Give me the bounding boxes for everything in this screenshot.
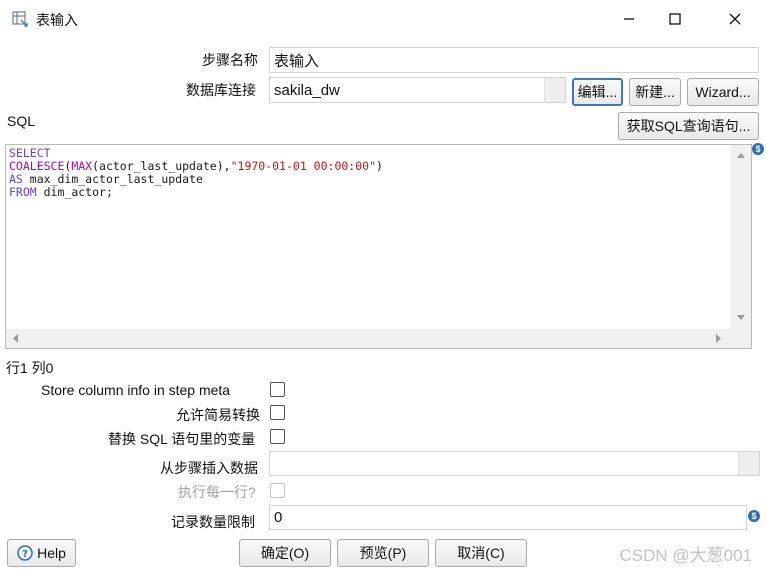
execute-each-row-checkbox[interactable] [270, 483, 285, 498]
db-connection-label: 数据库连接 [186, 82, 256, 98]
cancel-button[interactable]: 取消(C) [435, 539, 527, 567]
ok-button[interactable]: 确定(O) [239, 539, 331, 567]
lazy-conversion-label: 允许简易转换 [176, 407, 260, 423]
new-connection-button[interactable]: 新建... [629, 78, 681, 106]
sql-token: max_dim_actor_last_update [22, 172, 203, 186]
execute-each-row-label: 执行每一行? [178, 484, 256, 500]
db-connection-dropdown-button[interactable] [544, 78, 565, 102]
sql-token: FROM [9, 185, 37, 199]
minimize-button[interactable] [606, 4, 652, 34]
insert-from-step-label: 从步骤插入数据 [160, 460, 258, 476]
sql-horizontal-scrollbar[interactable] [6, 329, 751, 348]
sql-token: dim_actor; [36, 185, 113, 199]
get-sql-button[interactable]: 获取SQL查询语句... [618, 112, 759, 140]
store-column-info-checkbox[interactable] [270, 382, 285, 397]
sql-label: SQL [7, 113, 36, 129]
insert-from-step-select[interactable] [269, 451, 760, 476]
sql-code[interactable]: SELECT COALESCE(MAX(actor_last_update),"… [9, 147, 383, 199]
lazy-conversion-checkbox[interactable] [270, 405, 285, 420]
scroll-arrows-icon [737, 153, 745, 320]
edit-connection-button[interactable]: 编辑... [572, 78, 623, 106]
step-name-input[interactable]: 表输入 [269, 47, 759, 73]
sql-token: AS [9, 172, 23, 186]
limit-input[interactable]: 0 [269, 505, 747, 530]
replace-variables-checkbox[interactable] [270, 429, 285, 444]
variable-dollar-icon: $ [752, 143, 764, 155]
store-column-info-label: Store column info in step meta [41, 382, 231, 398]
scroll-arrows-icon [13, 334, 721, 343]
variable-dollar-icon: $ [748, 510, 760, 522]
db-connection-select[interactable]: sakila_dw [269, 77, 566, 103]
wizard-button[interactable]: Wizard... [687, 78, 759, 106]
help-button-label: Help [37, 545, 66, 561]
step-name-label: 步骤名称 [202, 52, 258, 68]
sql-token: "1970-01-01 00:00:00" [230, 159, 376, 173]
sql-vertical-scrollbar[interactable] [731, 145, 751, 329]
limit-label: 记录数量限制 [171, 514, 255, 530]
close-button[interactable] [712, 4, 758, 34]
sql-token: ) [376, 159, 383, 173]
help-icon: ? [17, 545, 33, 561]
sql-token: COALESCE [9, 159, 65, 173]
title-bar: 表输入 [0, 0, 766, 38]
sql-token: MAX [71, 159, 93, 173]
maximize-icon [669, 13, 681, 25]
watermark: CSDN @大葱001 [619, 546, 752, 565]
help-button[interactable]: ? Help [7, 539, 76, 567]
sql-token: SELECT [9, 146, 51, 160]
maximize-button[interactable] [652, 4, 698, 34]
svg-text:?: ? [22, 549, 28, 560]
cursor-position-status: 行1 列0 [6, 360, 54, 376]
preview-button[interactable]: 预览(P) [337, 539, 429, 567]
close-icon [729, 13, 741, 25]
insert-from-step-dropdown-button[interactable] [738, 452, 759, 475]
db-connection-value: sakila_dw [274, 81, 340, 99]
sql-editor[interactable]: SELECT COALESCE(MAX(actor_last_update),"… [5, 144, 752, 349]
table-input-icon [12, 11, 28, 27]
window-title: 表输入 [36, 12, 78, 28]
sql-token: (actor_last_update), [92, 159, 231, 173]
minimize-icon [624, 18, 634, 20]
replace-variables-label: 替换 SQL 语句里的变量 [108, 431, 256, 447]
